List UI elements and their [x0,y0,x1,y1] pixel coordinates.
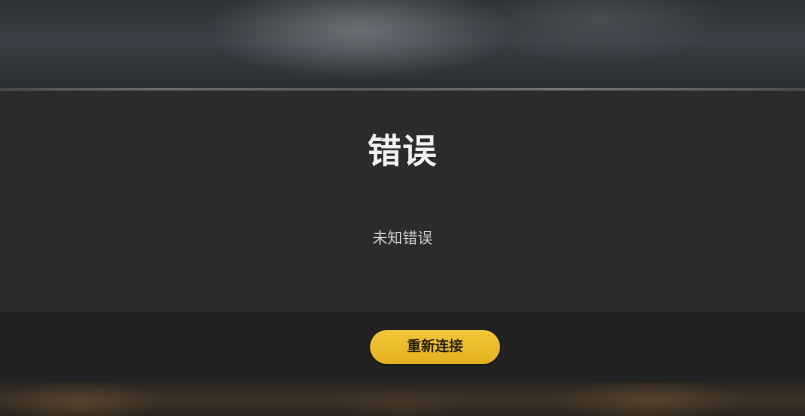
background-scene-top [0,0,805,92]
game-screen: 错误 未知错误 重新连接 [0,0,805,416]
dialog-title: 错误 [367,132,438,172]
error-message: 未知错误 [372,229,433,247]
background-scene-bottom [0,382,805,416]
reconnect-button[interactable]: 重新连接 [370,330,500,364]
